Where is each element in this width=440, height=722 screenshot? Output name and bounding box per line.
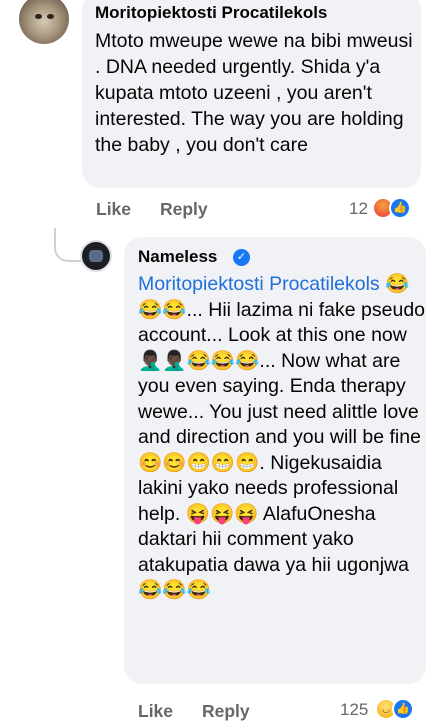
like-icon: 👍 <box>389 197 411 219</box>
avatar-eye <box>47 14 54 19</box>
reply-message: 😂😂😂... Hii lazima ni fake pseudo account… <box>138 273 426 601</box>
like-button[interactable]: Like <box>96 199 131 220</box>
like-icon: 👍 <box>392 698 414 720</box>
comment-text: Mtoto mweupe wewe na bibi mweusi . DNA n… <box>95 30 413 156</box>
reply-author[interactable]: Nameless <box>138 247 217 267</box>
replier-avatar[interactable] <box>80 240 112 272</box>
avatar-eye <box>35 14 42 19</box>
reply-button[interactable]: Reply <box>202 701 250 722</box>
like-button[interactable]: Like <box>138 701 173 722</box>
mention-link[interactable]: Moritopiektosti Procatilekols <box>138 273 380 295</box>
verified-badge-icon: ✓ <box>233 249 250 266</box>
thread-line <box>54 228 82 262</box>
reply-button[interactable]: Reply <box>160 199 208 220</box>
reply-text: Moritopiektosti Procatilekols 😂😂😂... Hii… <box>138 272 428 604</box>
comment-author[interactable]: Moritopiektosti Procatilekols <box>95 3 327 23</box>
avatar-image <box>89 250 103 262</box>
commenter-avatar[interactable] <box>19 0 69 44</box>
reaction-count[interactable]: 125 <box>340 700 368 720</box>
reaction-count[interactable]: 12 <box>349 199 368 219</box>
